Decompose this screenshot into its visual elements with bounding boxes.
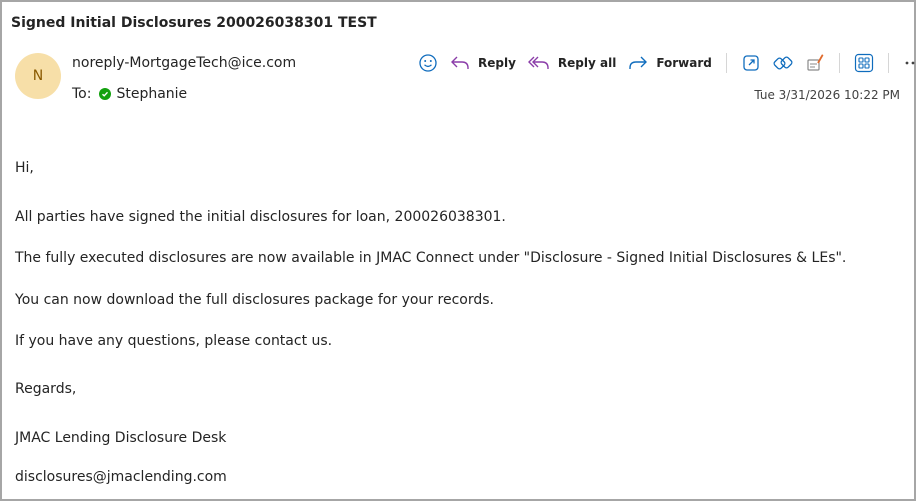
sender-address[interactable]: noreply-MortgageTech@ice.com: [72, 55, 296, 71]
avatar-initial: N: [32, 68, 44, 84]
sign-icon: [807, 54, 824, 71]
more-icon: [905, 61, 915, 65]
email-subject: Signed Initial Disclosures 200026038301 …: [11, 15, 377, 31]
emoji-reaction-button[interactable]: [412, 48, 444, 78]
apps-icon: [854, 53, 873, 73]
loop-link-button[interactable]: [767, 48, 799, 78]
sign-document-button[interactable]: [799, 48, 831, 78]
signature-email[interactable]: disclosures@jmaclending.com: [15, 469, 227, 485]
sender-avatar[interactable]: N: [15, 53, 61, 99]
reply-label: Reply: [478, 56, 516, 70]
reply-all-label: Reply all: [557, 56, 617, 70]
message-toolbar: Reply Reply all Forward: [412, 48, 916, 78]
reply-all-button[interactable]: Reply all: [522, 48, 622, 78]
forward-label: Forward: [656, 56, 712, 70]
recipient-row: To: Stephanie: [72, 86, 187, 102]
more-actions-button[interactable]: [897, 48, 916, 78]
signature-name: JMAC Lending Disclosure Desk: [15, 430, 227, 446]
body-closing: Regards,: [15, 381, 77, 397]
apps-button[interactable]: [848, 48, 880, 78]
forward-icon: [629, 56, 648, 69]
to-label: To:: [72, 86, 92, 102]
email-reading-pane: Signed Initial Disclosures 200026038301 …: [0, 0, 916, 501]
email-timestamp: Tue 3/31/2026 10:22 PM: [754, 88, 900, 102]
reply-all-icon: [527, 56, 549, 69]
link-icon: [773, 56, 793, 70]
reply-icon: [451, 56, 469, 69]
presence-available-icon: [99, 88, 112, 100]
body-line: All parties have signed the initial disc…: [15, 209, 506, 225]
toolbar-divider: [887, 53, 889, 73]
open-in-window-icon: [743, 55, 759, 71]
body-line: If you have any questions, please contac…: [15, 333, 333, 349]
reply-button[interactable]: Reply: [444, 48, 522, 78]
forward-button[interactable]: Forward: [622, 48, 718, 78]
toolbar-divider: [725, 53, 727, 73]
emoji-icon: [419, 54, 437, 72]
body-greeting: Hi,: [15, 160, 34, 176]
open-in-new-window-button[interactable]: [735, 48, 767, 78]
body-line: The fully executed disclosures are now a…: [15, 250, 847, 266]
toolbar-divider: [838, 53, 840, 73]
recipient-name[interactable]: Stephanie: [116, 86, 187, 102]
body-line: You can now download the full disclosure…: [15, 292, 494, 308]
